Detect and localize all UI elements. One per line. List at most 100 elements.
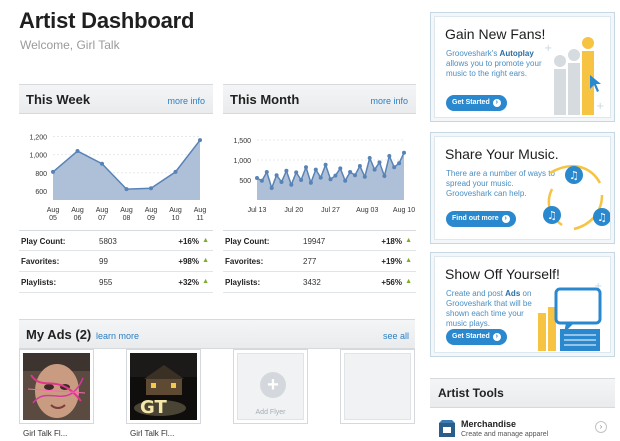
data-point [367,156,372,160]
stat-row-favorites: Favorites: 99 +98% ▲ [19,251,213,272]
stat-change: +32% [178,278,199,287]
stat-change: +98% [178,257,199,266]
data-point [392,165,397,170]
get-started-button[interactable]: Get Started › [446,329,507,345]
stat-value: 19947 [303,237,326,246]
data-point [382,174,387,178]
stat-value: 5803 [99,237,117,246]
data-point [294,170,299,175]
plus-icon: + [260,372,286,398]
stat-label: Play Count: [225,237,270,246]
learn-more-link[interactable]: learn more [96,331,139,341]
data-point [402,150,406,155]
this-week-stats: Play Count: 5803 +16% ▲ Favorites: 99 +9… [19,230,213,293]
data-point [343,178,348,183]
data-point [308,180,313,185]
stat-row-playlists: Playlists: 3432 +56% ▲ [223,272,416,293]
svg-text:♫: ♫ [597,211,607,224]
share-music-illustration: ♫ ♫ ♫ [543,165,610,231]
data-point [387,154,392,158]
tool-item-merchandise[interactable]: Merchandise Create and manage apparel › [430,416,615,441]
see-all-link[interactable]: see all [383,331,409,341]
my-ads-header: My Ads (2) learn more see all [19,319,415,349]
stat-change: +56% [381,278,402,287]
get-started-button[interactable]: Get Started › [446,95,507,111]
data-point [313,167,318,172]
ad-caption[interactable]: Girl Talk Fl... [130,429,174,438]
data-point [328,177,333,182]
stat-label: Playlists: [225,278,261,287]
data-point [274,173,279,178]
x-tick-label: Aug [169,207,182,214]
up-arrow-icon: ▲ [202,237,209,244]
x-tick-label: 11 [196,215,203,222]
artist-tools-header: Artist Tools [430,378,615,408]
this-month-more-info-link[interactable]: more info [370,96,408,106]
this-week-title: This Week [26,92,91,107]
ad-card[interactable]: GT [126,349,201,424]
stat-label: Favorites: [225,257,264,266]
tool-name: Merchandise [461,419,517,429]
find-out-more-button[interactable]: Find out more › [446,211,516,227]
stat-row-favorites: Favorites: 277 +19% ▲ [223,251,416,272]
artist-tools-title: Artist Tools [438,386,504,400]
add-flyer-label: Add Flyer [255,409,286,416]
this-month-stats: Play Count: 19947 +18% ▲ Favorites: 277 … [223,230,416,293]
ad-thumbnail-portrait [23,353,90,420]
ad-thumbnail-house: GT [130,353,197,420]
x-tick-label: Aug [96,207,109,214]
data-point [353,173,357,178]
this-week-panel: This Week more info 1,200 1,000 800 600 Aug 0… [19,84,213,294]
x-tick-label: Aug [194,207,207,214]
add-flyer-placeholder: + Add Flyer [237,353,304,420]
x-tick-label: Aug [120,207,133,214]
x-tick-label: Jul 20 [284,207,303,214]
chevron-right-icon[interactable]: › [595,421,607,433]
up-arrow-icon: ▲ [405,257,412,264]
y-tick-label: 600 [35,189,47,196]
data-point [269,186,274,190]
this-month-header: This Month more info [223,84,416,114]
this-week-more-info-link[interactable]: more info [167,96,205,106]
data-point [304,165,308,170]
y-tick-label: 1,500 [233,138,251,145]
x-tick-label: 10 [172,215,180,222]
fans-bars-illustration: + + [544,37,604,115]
data-point [264,170,269,174]
my-ads-title: My Ads (2) [26,327,92,342]
data-point [279,180,284,184]
stat-value: 955 [99,278,113,287]
stat-label: Play Count: [21,237,66,246]
stat-value: 3432 [303,278,321,287]
this-month-title: This Month [230,92,300,107]
data-point [100,161,104,166]
up-arrow-icon: ▲ [202,257,209,264]
x-tick-label: 08 [123,215,131,222]
ad-card[interactable] [19,349,94,424]
promo-share-your-music: Share Your Music. There are a number of … [430,132,615,244]
x-tick-label: 05 [49,215,57,222]
stat-row-playlists: Playlists: 955 +32% ▲ [19,272,213,293]
add-flyer-card[interactable]: + Add Flyer [233,349,308,424]
x-tick-label: Jul 27 [321,207,340,214]
stat-value: 99 [99,257,108,266]
tool-description: Create and manage apparel [461,431,549,438]
stat-row-play-count: Play Count: 5803 +16% ▲ [19,230,213,251]
promo-description: Grooveshark's Autoplay allows you to pro… [446,49,542,78]
y-tick-label: 1,000 [233,158,251,165]
welcome-text: Welcome, Girl Talk [20,38,120,52]
this-week-header: This Week more info [19,84,213,114]
ad-caption[interactable]: Girl Talk Fl... [23,429,67,438]
data-point [289,182,294,187]
this-month-panel: This Month more info 1,500 1,000 500 Jul 13… [223,84,416,294]
svg-text:♫: ♫ [569,169,579,182]
x-tick-label: Aug [47,207,60,214]
data-point [338,166,343,171]
data-point [149,186,153,191]
chevron-right-icon: › [492,333,501,341]
merchandise-icon [439,420,455,437]
empty-slot-placeholder [344,353,411,420]
x-tick-label: Aug 10 [393,207,415,214]
stat-row-play-count: Play Count: 19947 +18% ▲ [223,230,416,251]
data-point [348,170,353,174]
